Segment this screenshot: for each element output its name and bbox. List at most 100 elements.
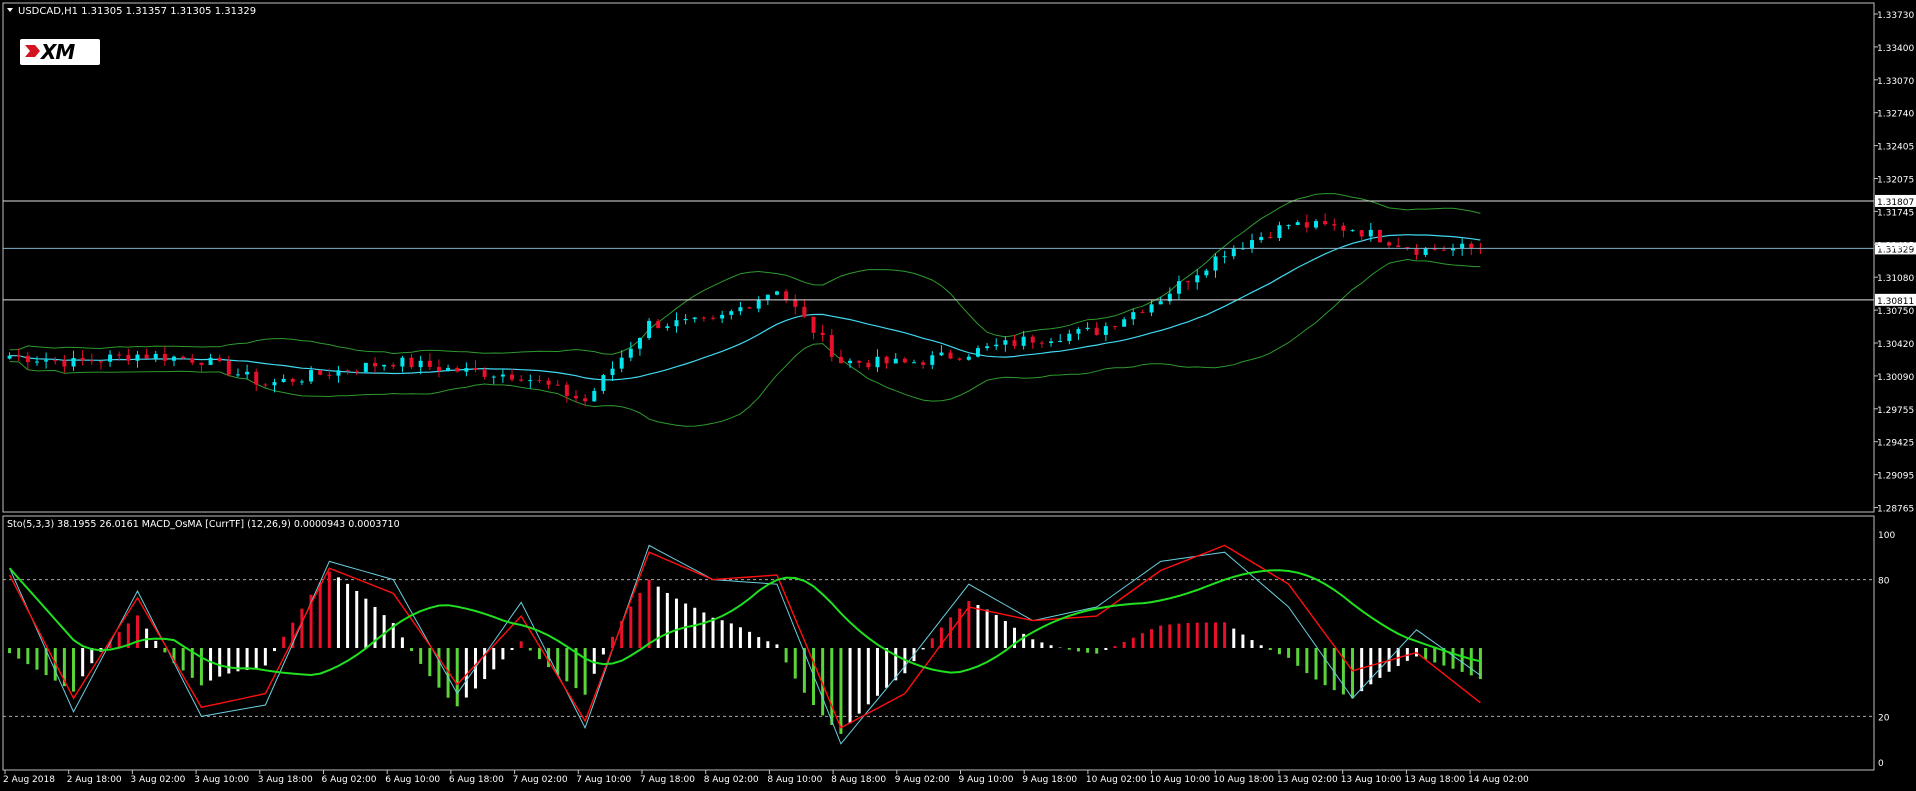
candle-body <box>226 361 231 375</box>
candle-body <box>373 362 377 367</box>
candle-body <box>592 390 597 402</box>
candle-body <box>756 300 761 309</box>
candle-body <box>985 346 990 349</box>
candle-body <box>473 368 478 371</box>
candle-body <box>418 360 423 368</box>
time-label: 9 Aug 02:00 <box>895 775 950 785</box>
candle-body <box>1039 342 1044 344</box>
candle-body <box>628 348 633 358</box>
candle-body <box>1030 336 1035 343</box>
candle-body <box>564 384 569 396</box>
candle-body <box>464 368 469 372</box>
candle-body <box>866 362 871 368</box>
price-label: 1.32740 <box>1877 110 1914 120</box>
candle-body <box>62 360 67 367</box>
candle-body <box>354 371 359 373</box>
candle-body <box>811 316 816 333</box>
indicator-scale: 100 80 20 0 <box>1878 531 1895 769</box>
candle-body <box>199 362 204 365</box>
indicator-scale-label: 100 <box>1878 531 1895 541</box>
candle-body <box>619 357 624 369</box>
candle-body <box>1277 225 1282 238</box>
price-label: 1.29425 <box>1877 439 1914 449</box>
candle-body <box>519 379 524 381</box>
time-label: 6 Aug 10:00 <box>385 775 440 785</box>
candle-body <box>720 314 725 319</box>
candle-body <box>610 368 615 376</box>
candle-body <box>1049 341 1054 344</box>
price-label: 1.29755 <box>1877 406 1914 416</box>
price-label: 1.30090 <box>1877 373 1914 383</box>
candle-body <box>1058 340 1063 342</box>
candle-body <box>299 381 304 383</box>
time-label: 10 Aug 18:00 <box>1213 775 1274 785</box>
candle-body <box>1423 247 1428 255</box>
candle-body <box>245 371 250 375</box>
candle-body <box>34 361 39 363</box>
candle-body <box>674 320 679 327</box>
candle-body <box>701 317 706 319</box>
candle-body <box>1067 333 1072 341</box>
candle-body <box>1176 281 1181 294</box>
candle-body <box>1469 243 1474 249</box>
time-label: 9 Aug 18:00 <box>1022 775 1077 785</box>
candle-body <box>838 356 843 364</box>
candle-body <box>692 317 697 319</box>
candle-body <box>555 384 560 386</box>
candle-body <box>1122 319 1127 327</box>
time-label: 13 Aug 10:00 <box>1341 775 1402 785</box>
candle-body <box>1250 240 1255 249</box>
chart-window[interactable]: 1.318071.313291.30811 1.337301.334001.33… <box>0 0 1916 791</box>
candle-body <box>263 384 268 386</box>
candle-body <box>336 370 341 376</box>
price-label: 1.32405 <box>1877 143 1914 153</box>
indicator-title: Sto(5,3,3) 38.1955 26.0161 MACD_OsMA [Cu… <box>7 519 400 530</box>
candle-body <box>1213 256 1218 271</box>
candle-body <box>857 360 862 363</box>
time-label: 8 Aug 10:00 <box>767 775 822 785</box>
candle-body <box>290 378 295 382</box>
candle-body <box>948 352 953 359</box>
candle-body <box>647 320 652 338</box>
time-label: 13 Aug 18:00 <box>1404 775 1465 785</box>
candle-body <box>117 354 122 356</box>
candle-body <box>1387 242 1392 246</box>
candle-body <box>309 370 314 382</box>
candle-body <box>656 320 661 329</box>
time-label: 2 Aug 18:00 <box>67 775 122 785</box>
candle-body <box>1195 275 1200 283</box>
candle-body <box>1259 236 1264 241</box>
price-label: 1.31080 <box>1877 274 1914 284</box>
candle-body <box>1149 304 1154 313</box>
candle-body <box>363 362 368 372</box>
candle-body <box>1021 336 1026 346</box>
candle-body <box>1085 327 1090 330</box>
indicator-scale-label: 20 <box>1878 713 1890 723</box>
candle-body <box>893 358 898 364</box>
candle-body <box>162 353 167 361</box>
candle-body <box>318 370 323 375</box>
price-label: 1.32075 <box>1877 176 1914 186</box>
candle-body <box>1222 256 1227 258</box>
candle-body <box>1286 225 1291 227</box>
candle-body <box>939 352 944 356</box>
candle-body <box>930 355 935 365</box>
main-panel-frame <box>2 2 1875 513</box>
candle-body <box>875 356 880 368</box>
candle-body <box>583 398 588 402</box>
time-label: 7 Aug 02:00 <box>513 775 568 785</box>
price-label: 1.30750 <box>1877 307 1914 317</box>
candle-body <box>254 371 259 385</box>
price-label: 1.33730 <box>1877 11 1914 21</box>
time-label: 14 Aug 02:00 <box>1468 775 1529 785</box>
time-scale: 2 Aug 2018 2 Aug 18:00 3 Aug 02:00 3 Aug 10… <box>3 770 1529 785</box>
candle-body <box>455 367 460 372</box>
candle-body <box>126 354 131 361</box>
candle-body <box>957 358 962 360</box>
candle-body <box>272 382 277 386</box>
time-label: 10 Aug 02:00 <box>1086 775 1147 785</box>
candle-body <box>1113 326 1117 328</box>
candle-body <box>921 362 926 365</box>
candle-body <box>25 355 30 363</box>
candle-body <box>382 364 387 367</box>
